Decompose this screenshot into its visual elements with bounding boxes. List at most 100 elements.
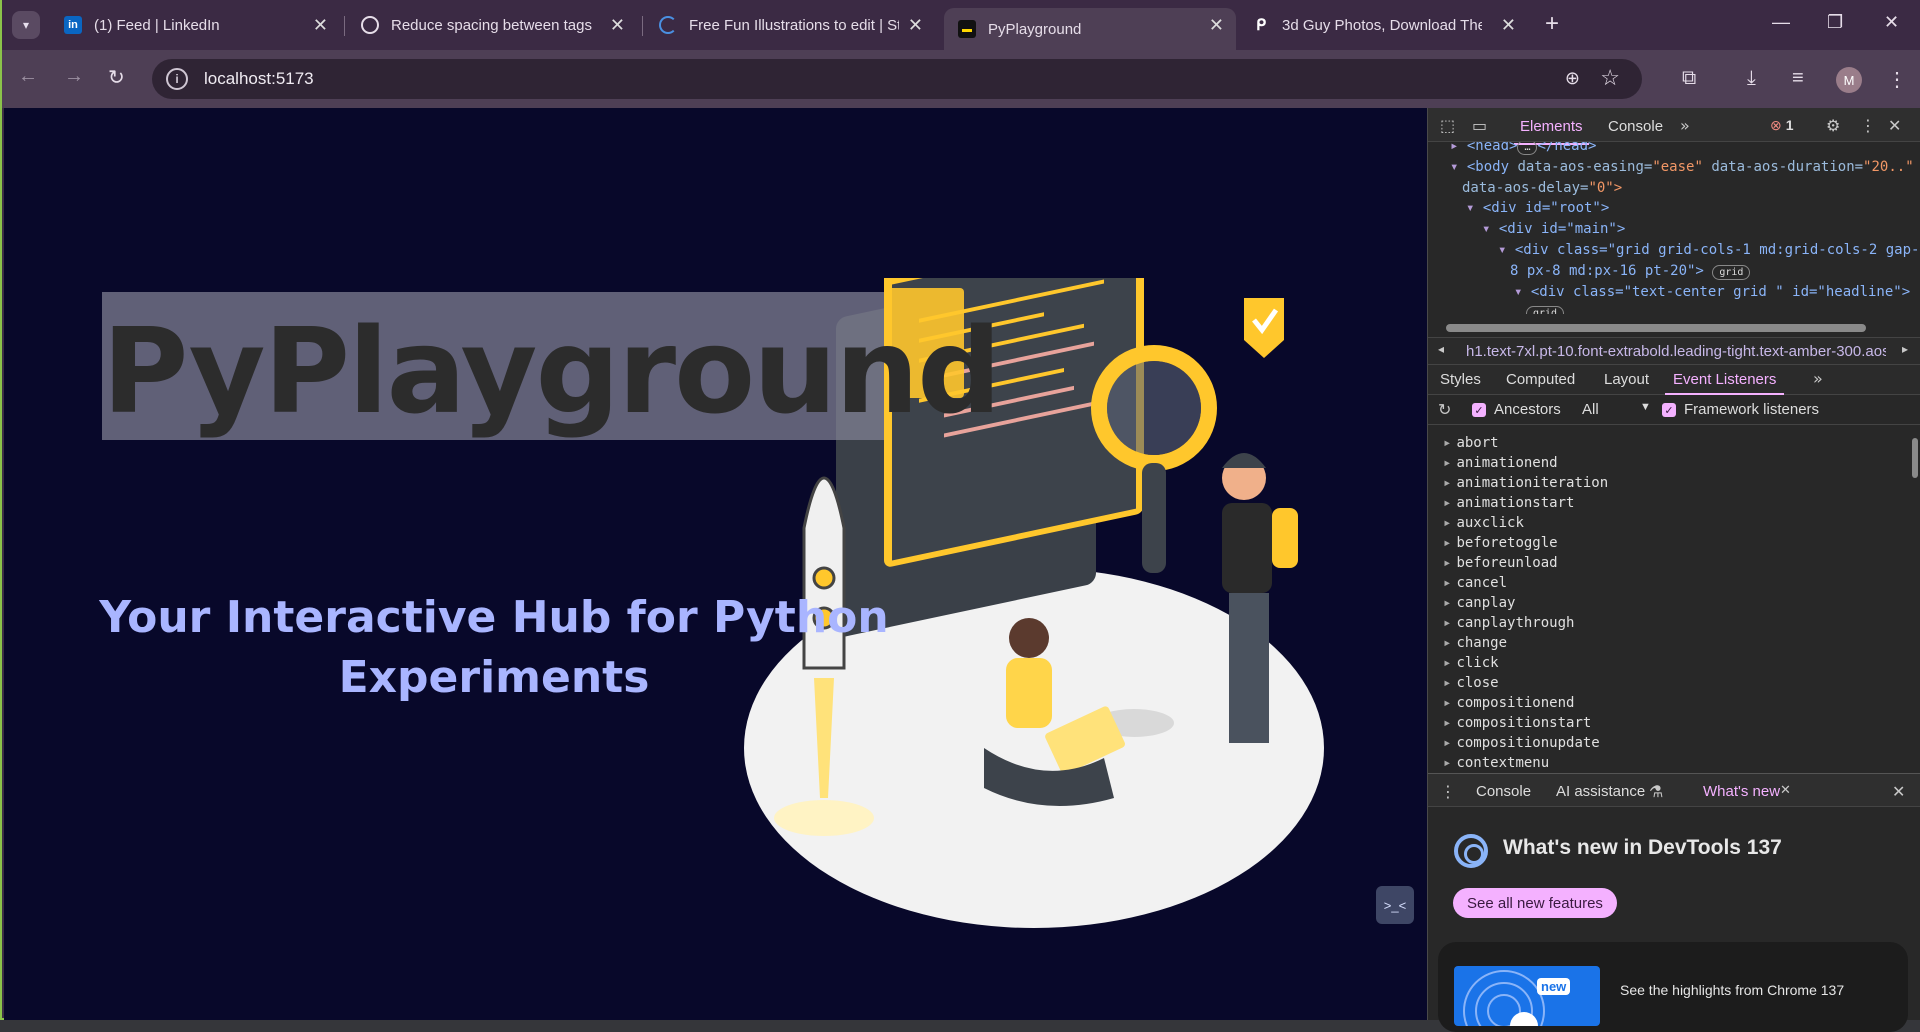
highlights-text: See the highlights from Chrome 137 [1620, 982, 1845, 998]
floating-action-button[interactable]: >_< [1376, 886, 1414, 924]
device-toolbar-icon[interactable]: ▭ [1472, 116, 1487, 135]
error-count: 1 [1785, 117, 1794, 133]
close-icon[interactable]: ✕ [313, 15, 328, 36]
new-tab-button[interactable]: + [1545, 10, 1559, 38]
settings-gear-icon[interactable]: ⚙ [1826, 116, 1840, 135]
tab-linkedin[interactable]: in (1) Feed | LinkedIn ✕ [50, 8, 340, 42]
more-subtabs-icon[interactable]: » [1813, 369, 1823, 388]
page-viewport: PyPlayground Your Interactive Hub for Py… [4, 108, 1427, 1020]
downloads-icon[interactable]: ⤓ [1747, 67, 1756, 90]
dom-node-body-cont: data-aos-delay="0"> [1462, 179, 1623, 196]
breadcrumb-left-icon[interactable]: ◂ [1438, 342, 1444, 356]
event-listener-item[interactable]: click [1428, 653, 1898, 673]
tab-separator [344, 16, 345, 36]
ancestors-checkbox[interactable]: ✓ [1472, 403, 1486, 417]
event-listener-item[interactable]: auxclick [1428, 513, 1898, 533]
tab-pyplayground[interactable]: ▬ PyPlayground ✕ [944, 8, 1236, 50]
event-listener-item[interactable]: abort [1428, 433, 1898, 453]
event-listener-item[interactable]: cancel [1428, 573, 1898, 593]
event-listener-item[interactable]: animationstart [1428, 493, 1898, 513]
event-listener-item[interactable]: close [1428, 673, 1898, 693]
drawer-tab-ai-assistance[interactable]: AI assistance [1556, 783, 1645, 800]
subtab-computed[interactable]: Computed [1506, 371, 1575, 388]
tab-search-button[interactable]: ▾ [12, 11, 40, 39]
dom-node-head[interactable]: ▸ <head>… </head> [1428, 142, 1920, 157]
event-listener-item[interactable]: compositionstart [1428, 713, 1898, 733]
zoom-icon[interactable]: ⊕ [1565, 68, 1580, 89]
drawer-tab-whats-new[interactable]: What's new [1692, 783, 1795, 810]
vertical-scrollbar[interactable] [1912, 438, 1918, 478]
subtab-layout[interactable]: Layout [1604, 371, 1649, 388]
breadcrumb-right-icon[interactable]: ▸ [1902, 342, 1908, 356]
extensions-icon[interactable]: ⧉ [1682, 67, 1696, 90]
dom-node-headline[interactable]: ▾ <div class="text-center grid " id="hea… [1428, 282, 1920, 303]
tab-elements[interactable]: Elements [1514, 118, 1589, 145]
close-icon[interactable]: ✕ [1209, 15, 1224, 36]
flask-icon: ⚗ [1649, 782, 1664, 801]
page-title: PyPlayground [102, 302, 1002, 440]
browser-toolbar: ← → ↻ i localhost:5173 ⊕ ☆ ⧉ ⤓ ≡ ⋮ [2, 50, 1920, 108]
event-listener-item[interactable]: contextmenu [1428, 753, 1898, 773]
close-icon[interactable]: ✕ [908, 15, 923, 36]
subtab-event-listeners[interactable]: Event Listeners [1664, 371, 1785, 395]
more-tabs-icon[interactable]: » [1680, 116, 1690, 135]
chrome-icon [1454, 834, 1488, 868]
drawer-tab-console[interactable]: Console [1476, 783, 1531, 800]
chevron-down-icon[interactable]: ▼ [1640, 401, 1651, 413]
dom-node-root[interactable]: ▾ <div id="root"> [1428, 198, 1920, 219]
drawer-menu-icon[interactable]: ⋮ [1440, 782, 1456, 801]
see-all-features-button[interactable]: See all new features [1453, 888, 1617, 918]
tab-chatgpt[interactable]: Reduce spacing between tags ✕ [347, 8, 637, 42]
framework-listeners-checkbox[interactable]: ✓ [1662, 403, 1676, 417]
media-control-icon[interactable]: ≡ [1792, 67, 1804, 90]
tab-title: (1) Feed | LinkedIn [94, 16, 220, 34]
menu-icon[interactable]: ⋮ [1887, 67, 1907, 92]
event-listener-item[interactable]: change [1428, 633, 1898, 653]
event-listener-item[interactable]: compositionend [1428, 693, 1898, 713]
event-listener-item[interactable]: canplay [1428, 593, 1898, 613]
forward-button[interactable]: → [64, 65, 84, 88]
error-icon: ⊗ [1770, 117, 1782, 133]
close-window-button[interactable]: ✕ [1884, 12, 1899, 33]
highlights-card[interactable]: new See the highlights from Chrome 137 [1438, 942, 1908, 1032]
close-devtools-icon[interactable]: ✕ [1888, 116, 1901, 135]
refresh-icon[interactable]: ↻ [1438, 400, 1451, 419]
loading-icon [659, 16, 677, 34]
breadcrumb-text[interactable]: h1.text-7xl.pt-10.font-extrabold.leading… [1466, 343, 1886, 360]
event-listener-item[interactable]: animationend [1428, 453, 1898, 473]
close-icon[interactable]: ✕ [1501, 15, 1516, 36]
minimize-button[interactable]: — [1772, 12, 1790, 33]
bookmark-star-icon[interactable]: ☆ [1600, 65, 1620, 91]
dom-node-grid[interactable]: ▾ <div class="grid grid-cols-1 md:grid-c… [1428, 240, 1920, 261]
reload-button[interactable]: ↻ [108, 65, 125, 90]
headline-highlight: PyPlayground [102, 292, 1002, 440]
subtab-styles[interactable]: Styles [1440, 371, 1481, 388]
back-button[interactable]: ← [18, 65, 38, 88]
freepik-icon: ᑭ [1255, 17, 1267, 34]
dom-node-body[interactable]: ▾ <body data-aos-easing="ease" data-aos-… [1428, 157, 1920, 178]
tab-storyset[interactable]: Free Fun Illustrations to edit | St ✕ [645, 8, 935, 42]
event-listener-item[interactable]: beforeunload [1428, 553, 1898, 573]
devtools-menu-icon[interactable]: ⋮ [1860, 116, 1876, 135]
event-listener-item[interactable]: animationiteration [1428, 473, 1898, 493]
horizontal-scrollbar[interactable] [1446, 324, 1866, 332]
event-listener-item[interactable]: beforetoggle [1428, 533, 1898, 553]
elements-subtabs: Styles Computed Layout Event Listeners » [1428, 365, 1920, 395]
openai-icon [361, 16, 379, 34]
tab-freepik[interactable]: ᑭ 3d Guy Photos, Download The F ✕ [1238, 8, 1528, 42]
dom-node-main[interactable]: ▾ <div id="main"> [1428, 219, 1920, 240]
close-drawer-tab-icon[interactable]: ✕ [1780, 783, 1791, 798]
tab-console[interactable]: Console [1608, 118, 1663, 135]
inspect-element-icon[interactable]: ⬚ [1440, 116, 1455, 135]
vite-icon: ▬ [958, 20, 976, 38]
scope-select[interactable]: All [1582, 401, 1599, 418]
site-info-icon[interactable]: i [166, 68, 188, 90]
address-bar[interactable]: i localhost:5173 ⊕ ☆ [152, 59, 1642, 99]
event-listener-item[interactable]: canplaythrough [1428, 613, 1898, 633]
close-icon[interactable]: ✕ [610, 15, 625, 36]
event-listener-item[interactable]: compositionupdate [1428, 733, 1898, 753]
error-counter[interactable]: ⊗ 1 [1770, 117, 1794, 134]
restore-button[interactable]: ❐ [1827, 12, 1843, 33]
close-drawer-icon[interactable]: ✕ [1892, 782, 1905, 801]
avatar[interactable]: M [1836, 67, 1862, 93]
